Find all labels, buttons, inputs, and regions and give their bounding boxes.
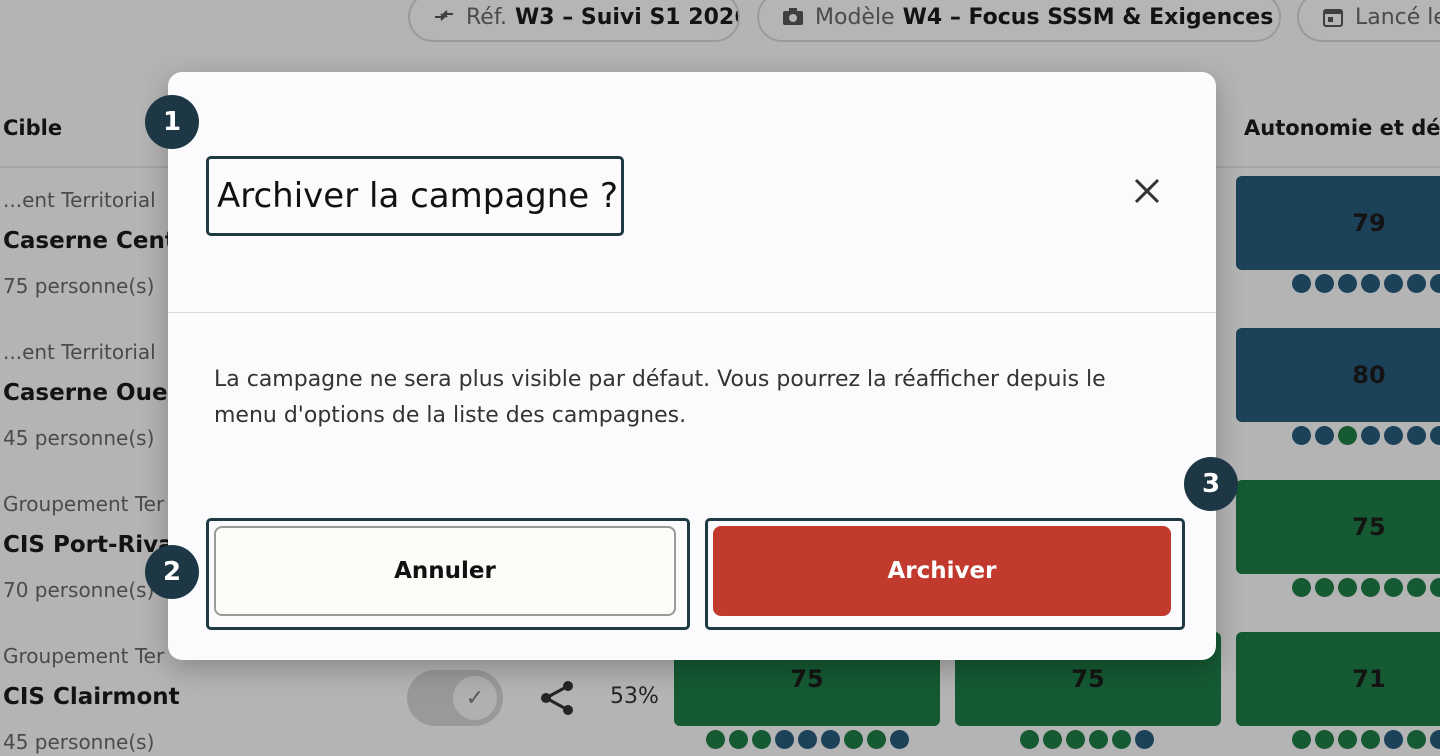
- step-badge-3: 3: [1184, 457, 1238, 511]
- dialog-divider: [168, 312, 1216, 313]
- step-badge-2: 2: [145, 545, 199, 599]
- dialog-message: La campagne ne sera plus visible par déf…: [214, 367, 1106, 428]
- close-icon[interactable]: [1128, 172, 1166, 210]
- cancel-button-highlight: Annuler: [206, 518, 690, 630]
- step-badge-1: 1: [145, 95, 199, 149]
- archive-button[interactable]: Archiver: [713, 526, 1171, 616]
- dialog-title-highlight: Archiver la campagne ?: [206, 156, 624, 236]
- cancel-button[interactable]: Annuler: [214, 526, 676, 616]
- archive-dialog: Archiver la campagne ? La campagne ne se…: [168, 72, 1216, 660]
- archive-button-highlight: Archiver: [705, 518, 1185, 630]
- dialog-title: Archiver la campagne ?: [217, 176, 619, 216]
